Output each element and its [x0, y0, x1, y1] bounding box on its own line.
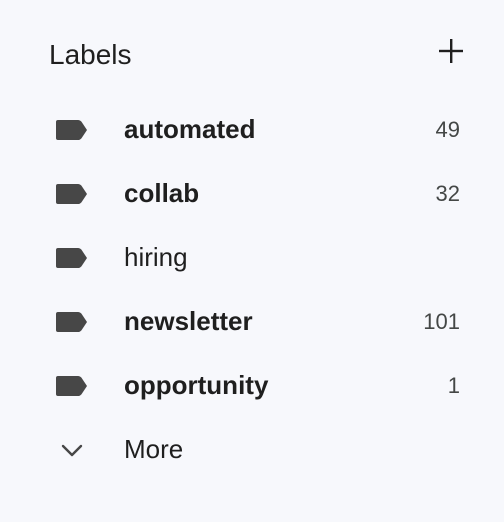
more-label: More [124, 434, 184, 464]
label-name: automated [124, 114, 256, 144]
label-tag-icon [56, 120, 87, 140]
labels-header: Labels [49, 33, 469, 77]
label-list: automated 49 collab 32 hiring newsletter… [0, 98, 504, 482]
plus-icon [439, 39, 463, 63]
label-name: newsletter [124, 306, 253, 336]
label-item-collab[interactable]: collab 32 [0, 162, 504, 226]
label-count: 49 [435, 117, 460, 142]
label-count: 1 [447, 373, 460, 398]
label-item-newsletter[interactable]: newsletter 101 [0, 290, 504, 354]
label-name: opportunity [124, 370, 269, 400]
label-item-automated[interactable]: automated 49 [0, 98, 504, 162]
label-name: hiring [124, 242, 188, 272]
label-name: collab [124, 178, 200, 208]
create-label-button[interactable] [433, 33, 469, 69]
label-count: 32 [435, 181, 460, 206]
label-tag-icon [56, 376, 87, 396]
label-item-opportunity[interactable]: opportunity 1 [0, 354, 504, 418]
label-tag-icon [56, 248, 87, 268]
label-item-hiring[interactable]: hiring [0, 226, 504, 290]
labels-heading: Labels [49, 39, 132, 70]
label-tag-icon [56, 184, 87, 204]
label-tag-icon [56, 312, 87, 332]
labels-panel: Labels automated 49 collab 32 hiring new… [0, 0, 504, 522]
chevron-down-icon [61, 444, 83, 457]
more-labels-toggle[interactable]: More [0, 418, 504, 482]
label-count: 101 [423, 309, 460, 334]
